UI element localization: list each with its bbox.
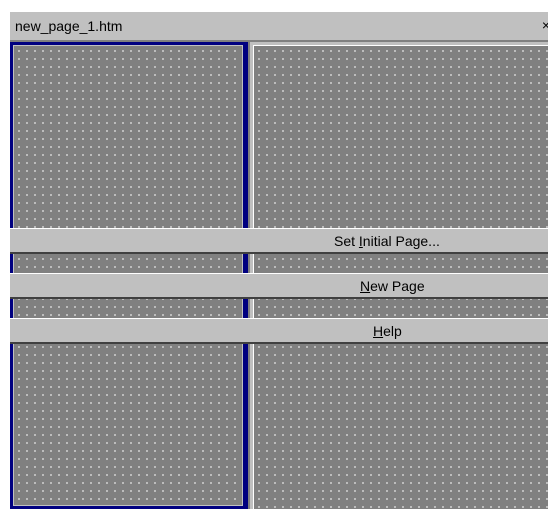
frames-page-window: new_page_1.htm × Set Initial Page... New… — [8, 10, 548, 509]
help-label: Help — [373, 323, 402, 339]
title-bar: new_page_1.htm × — [10, 12, 548, 42]
frames-area: Set Initial Page... New Page Help — [10, 42, 548, 509]
page-title: new_page_1.htm — [15, 18, 123, 34]
close-icon[interactable]: × — [542, 17, 548, 33]
new-page-button[interactable]: New Page — [10, 273, 548, 299]
accelerator-key: N — [360, 278, 371, 294]
new-page-label: New Page — [360, 278, 425, 294]
set-initial-page-button[interactable]: Set Initial Page... — [10, 228, 548, 254]
help-button[interactable]: Help — [10, 318, 548, 344]
set-initial-page-label: Set Initial Page... — [334, 233, 440, 249]
accelerator-key: H — [373, 323, 384, 339]
